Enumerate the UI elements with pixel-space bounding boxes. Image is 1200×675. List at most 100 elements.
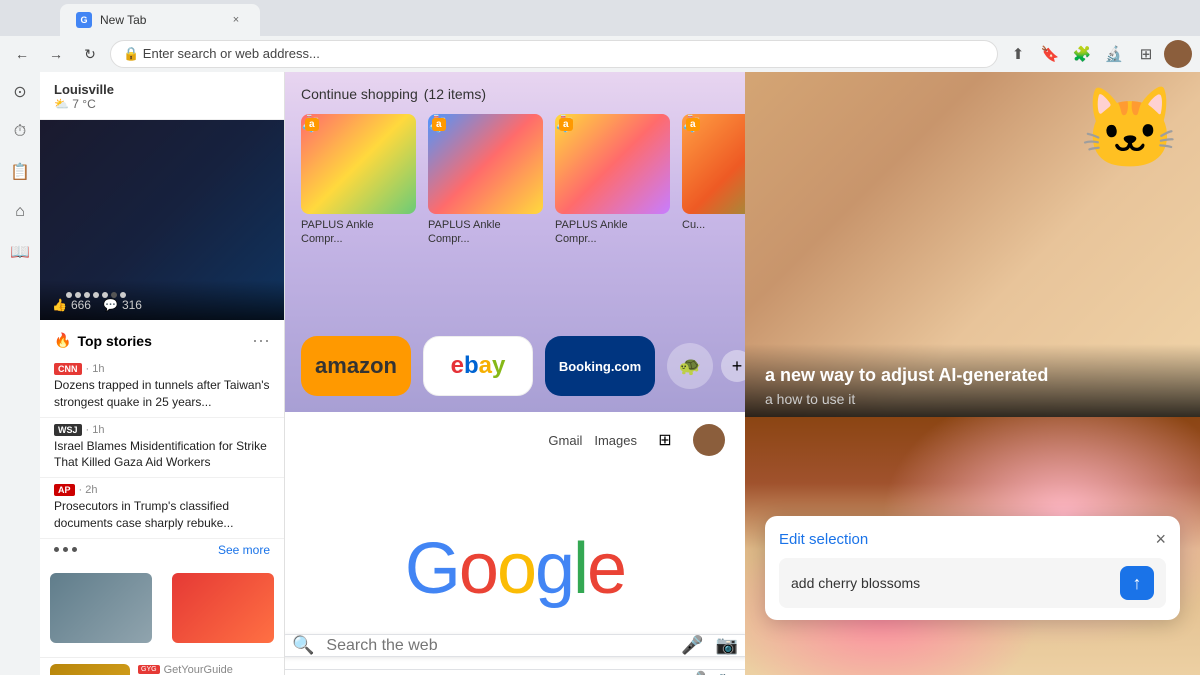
shopping-item-2[interactable]: a 🧦 PAPLUS Ankle Compr... — [428, 114, 543, 247]
dot-4 — [93, 292, 99, 298]
translate-button[interactable]: 🔬 — [1100, 40, 1128, 68]
story-source-3: AP · 2h — [54, 484, 270, 496]
images-link[interactable]: Images — [594, 433, 637, 448]
dialog-text-input[interactable] — [791, 575, 1112, 591]
cat-art-icon: 🐱 — [1080, 82, 1180, 176]
story-headline-1: Dozens trapped in tunnels after Taiwan's… — [54, 377, 270, 411]
google-apps-button[interactable]: ⊞ — [649, 424, 681, 456]
google-logo-text: Google — [405, 529, 625, 609]
lisbon-source-label: GetYourGuide — [164, 664, 233, 675]
item-4-label: Cu... — [682, 218, 745, 232]
art-headline: a new way to adjust AI-generated — [765, 364, 1180, 387]
story-headline-2: Israel Blames Misidentification for Stri… — [54, 438, 270, 472]
camera-url-icon[interactable]: 📷 — [718, 670, 738, 675]
left-panel: Louisville ⛅ 7 °C — [40, 72, 285, 675]
weather-city: Louisville — [54, 82, 270, 97]
g-red2: e — [587, 529, 625, 609]
item-4-image: a 🧦 — [682, 114, 745, 214]
item-3-image: a 🧦 — [555, 114, 670, 214]
booking-shortcut[interactable]: Booking.com — [545, 336, 655, 396]
dot-menu-3 — [72, 547, 77, 552]
google-search-input[interactable] — [326, 637, 669, 655]
back-button[interactable]: ← — [8, 40, 36, 68]
shopping-item-3[interactable]: a 🧦 PAPLUS Ankle Compr... — [555, 114, 670, 247]
sofa-image — [50, 573, 152, 643]
dialog-submit-button[interactable]: ↑ — [1120, 566, 1154, 600]
tab-close-button[interactable]: × — [228, 12, 244, 28]
forward-button[interactable]: → — [42, 40, 70, 68]
sidebar-clock-icon[interactable]: ⏱ — [8, 120, 32, 144]
amazon-badge-4: a — [686, 118, 700, 131]
top-stories-label: Top stories — [77, 333, 151, 349]
skippy-image — [172, 573, 274, 643]
feed-card-lisbon[interactable]: GYG GetYourGuide Experiences in Lisbo...… — [40, 658, 284, 675]
shopping-item-1[interactable]: a 🧦 PAPLUS Ankle Compr... — [301, 114, 416, 247]
art-headline-text: a new way to adjust AI-generated — [765, 365, 1048, 385]
sidebar-home2-icon[interactable]: ⌂ — [8, 200, 32, 224]
ebay-e: e — [451, 352, 464, 379]
share-button[interactable]: ⬆ — [1004, 40, 1032, 68]
voice-url-icon[interactable]: 🎤 — [686, 670, 706, 675]
ebay-y: y — [492, 352, 505, 379]
address-bar-row: ← → ↻ 🔒 Enter search or web address... ⬆… — [0, 36, 1200, 72]
ebay-text: ebay — [451, 352, 506, 380]
feed-grid — [40, 565, 284, 658]
wsj-badge: WSJ — [54, 424, 82, 436]
browser-sidebar: ⊙ ⏱ 📋 ⌂ 📖 — [0, 72, 40, 675]
g-red: o — [459, 529, 497, 609]
google-profile-avatar[interactable] — [693, 424, 725, 456]
art-subline: a how to use it — [765, 391, 1180, 407]
story-item-3[interactable]: AP · 2h Prosecutors in Trump's classifie… — [40, 478, 284, 539]
refresh-button[interactable]: ↻ — [76, 40, 104, 68]
active-tab[interactable]: G New Tab × — [60, 4, 260, 36]
top-stories-header: 🔥 Top stories ··· — [40, 320, 284, 357]
google-search-box[interactable]: 🔍 🎤 📷 — [285, 634, 745, 657]
google-logo: Google — [405, 528, 625, 610]
right-panel: 🐱 a new way to adjust AI-generated a how… — [745, 72, 1200, 675]
g-green: l — [573, 529, 587, 609]
likes-stat: 👍 666 — [52, 298, 91, 312]
right-panel-top: 🐱 a new way to adjust AI-generated a how… — [745, 72, 1200, 417]
feed-card-sofa[interactable] — [40, 565, 162, 658]
amazon-badge-2: a — [432, 118, 446, 131]
story-item-2[interactable]: WSJ · 1h Israel Blames Misidentification… — [40, 418, 284, 479]
gmail-link[interactable]: Gmail — [548, 433, 582, 448]
ebay-b: b — [464, 352, 479, 379]
fire-icon: 🔥 — [54, 332, 71, 349]
dialog-header: Edit selection × — [779, 530, 1166, 548]
tab-favicon: G — [76, 12, 92, 28]
type-url-box[interactable]: pe a URL 🎤 📷 — [285, 669, 745, 675]
extensions-button[interactable]: 🧩 — [1068, 40, 1096, 68]
story-item-1[interactable]: CNN · 1h Dozens trapped in tunnels after… — [40, 357, 284, 418]
getyourguide-logo: GYG — [138, 665, 160, 674]
add-tab-button[interactable]: + — [721, 350, 745, 382]
amazon-badge-1: a — [305, 118, 319, 131]
address-bar[interactable]: 🔒 Enter search or web address... — [110, 40, 998, 68]
feed-card-skippy[interactable] — [162, 565, 284, 658]
profile-avatar[interactable] — [1164, 40, 1192, 68]
amazon-shortcut[interactable]: amazon — [301, 336, 411, 396]
feed-stats: 👍 666 💬 316 — [52, 298, 272, 312]
likes-count: 666 — [71, 298, 91, 312]
top-stories-more-button[interactable]: ··· — [252, 330, 270, 351]
apps-button[interactable]: ⊞ — [1132, 40, 1160, 68]
voice-search-icon[interactable]: 🎤 — [681, 635, 703, 656]
sidebar-calendar-icon[interactable]: 📋 — [8, 160, 32, 184]
feed-image-bar: 👍 666 💬 316 — [40, 120, 284, 320]
item-2-label: PAPLUS Ankle Compr... — [428, 218, 543, 247]
bookmark-button[interactable]: 🔖 — [1036, 40, 1064, 68]
sidebar-home-icon[interactable]: ⊙ — [8, 80, 32, 104]
ebay-shortcut[interactable]: ebay — [423, 336, 533, 396]
item-3-label: PAPLUS Ankle Compr... — [555, 218, 670, 247]
dialog-close-button[interactable]: × — [1155, 530, 1166, 548]
story-time-1: · 1h — [86, 363, 105, 375]
g-blue: G — [405, 529, 459, 609]
sidebar-book-icon[interactable]: 📖 — [8, 240, 32, 264]
dialog-title: Edit selection — [779, 531, 868, 548]
center-panel: Continue shopping (12 items) ⌃ a 🧦 PAPLU… — [285, 72, 745, 675]
image-search-icon[interactable]: 📷 — [716, 635, 738, 656]
dots-row — [54, 547, 77, 552]
shopping-item-4[interactable]: a 🧦 Cu... — [682, 114, 745, 247]
getyourguide-source: GYG GetYourGuide — [138, 664, 274, 675]
see-more-link[interactable]: See more — [218, 543, 270, 557]
